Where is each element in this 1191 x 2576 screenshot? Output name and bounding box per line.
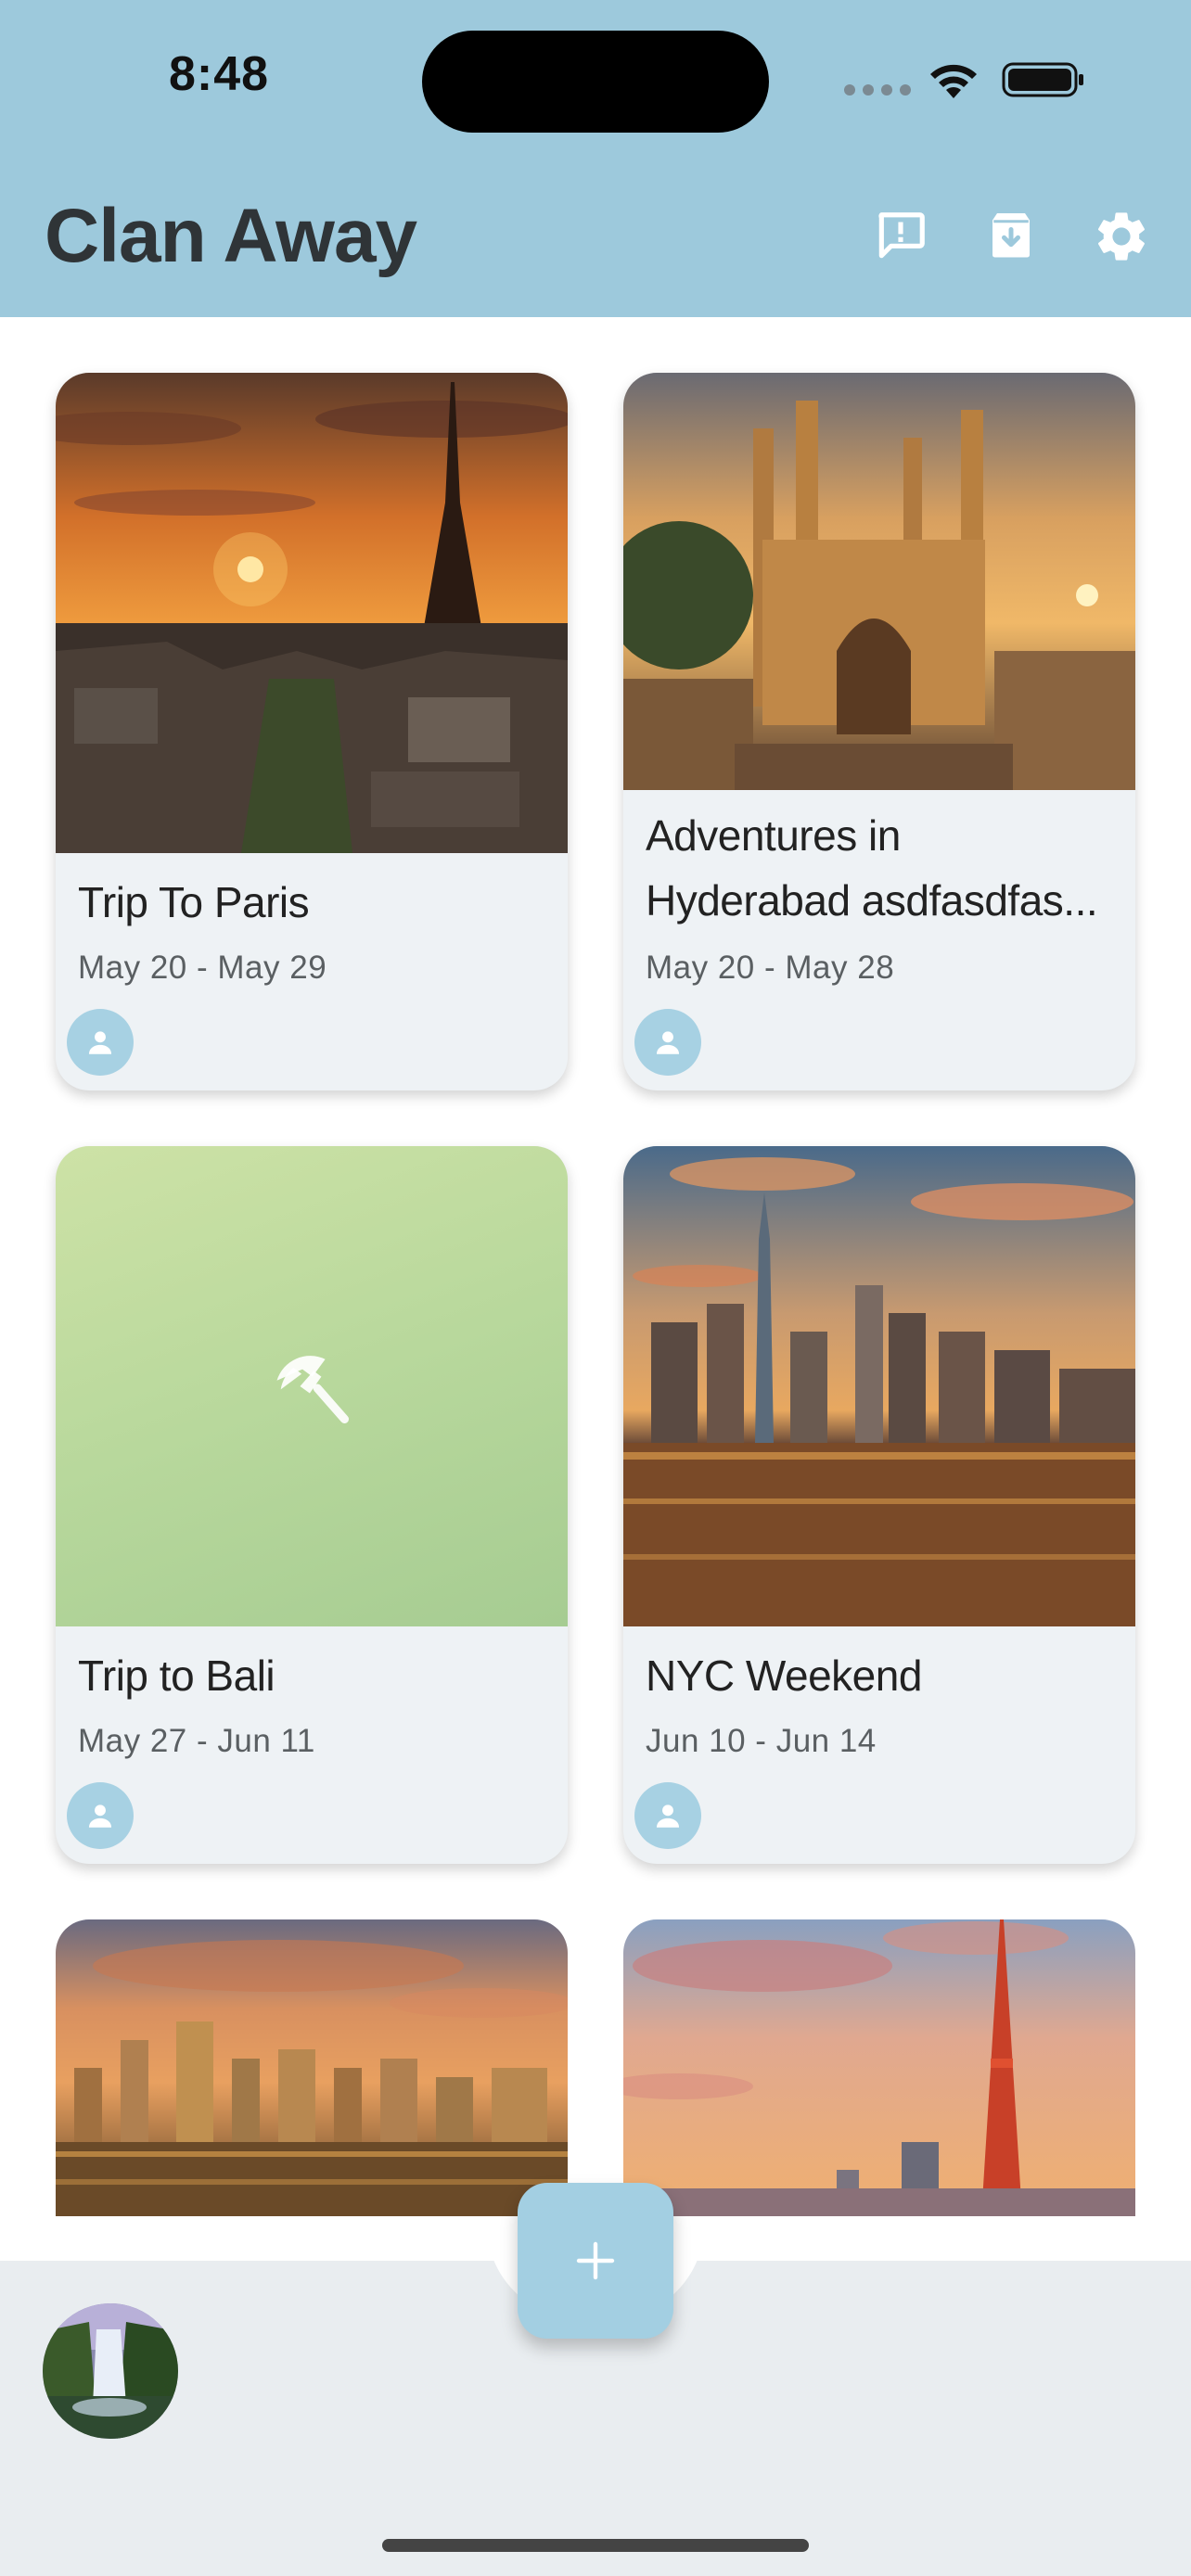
trip-dates: May 20 - May 29 <box>78 950 327 986</box>
person-icon <box>88 1031 112 1054</box>
home-indicator <box>382 2539 809 2552</box>
trip-dates: May 27 - Jun 11 <box>78 1723 315 1759</box>
add-trip-button[interactable] <box>518 2183 673 2339</box>
trip-title: Trip to Bali <box>78 1651 275 1700</box>
person-icon <box>656 1031 680 1054</box>
dynamic-island <box>422 31 769 133</box>
trip-card-partial[interactable] <box>56 1919 568 2216</box>
trip-card-bali[interactable]: Trip to Bali May 27 - Jun 11 <box>56 1146 568 1864</box>
feedback-button[interactable] <box>868 204 933 269</box>
trip-image-nyc <box>623 1146 1135 1626</box>
trip-title: Adventures in <box>646 811 901 860</box>
settings-button[interactable] <box>1089 204 1154 269</box>
trip-card-partial[interactable] <box>623 1919 1135 2216</box>
trip-image-paris <box>56 373 568 853</box>
beach-umbrella-icon <box>276 1356 349 1423</box>
trip-card-paris[interactable]: Trip To Paris May 20 - May 29 <box>56 373 568 1090</box>
cellular-signal-icon <box>844 84 911 96</box>
plus-icon <box>576 2241 615 2280</box>
person-icon <box>656 1804 680 1828</box>
trip-title: NYC Weekend <box>646 1651 922 1700</box>
battery-icon <box>1002 62 1083 97</box>
trip-image-hyderabad <box>623 373 1135 790</box>
trip-image-skyline <box>56 1919 568 2216</box>
member-avatar <box>67 1009 134 1076</box>
trip-title: Trip To Paris <box>78 878 310 926</box>
archive-download-icon <box>992 213 1030 258</box>
trip-title-line2: Hyderabad asdfasdfas... <box>646 876 1098 925</box>
app-header: 8:48 Clan Away <box>0 0 1191 317</box>
profile-avatar-button[interactable] <box>43 2303 178 2439</box>
app-title: Clan Away <box>45 194 417 278</box>
trip-dates: Jun 10 - Jun 14 <box>646 1723 877 1759</box>
feedback-icon <box>878 212 925 259</box>
archive-button[interactable] <box>979 204 1044 269</box>
trip-image-tower <box>623 1919 1135 2216</box>
status-time: 8:48 <box>169 47 270 101</box>
wifi-icon <box>930 64 977 98</box>
member-avatar <box>634 1782 701 1849</box>
profile-photo-waterfall <box>43 2303 178 2439</box>
member-avatar <box>634 1009 701 1076</box>
trip-image-placeholder <box>56 1146 568 1626</box>
trip-dates: May 20 - May 28 <box>646 950 895 986</box>
trip-card-hyderabad[interactable]: Adventures in Hyderabad asdfasdfas... Ma… <box>623 373 1135 1090</box>
trip-card-nyc[interactable]: NYC Weekend Jun 10 - Jun 14 <box>623 1146 1135 1864</box>
person-icon <box>88 1804 112 1828</box>
member-avatar <box>67 1782 134 1849</box>
settings-gear-icon <box>1097 212 1145 261</box>
